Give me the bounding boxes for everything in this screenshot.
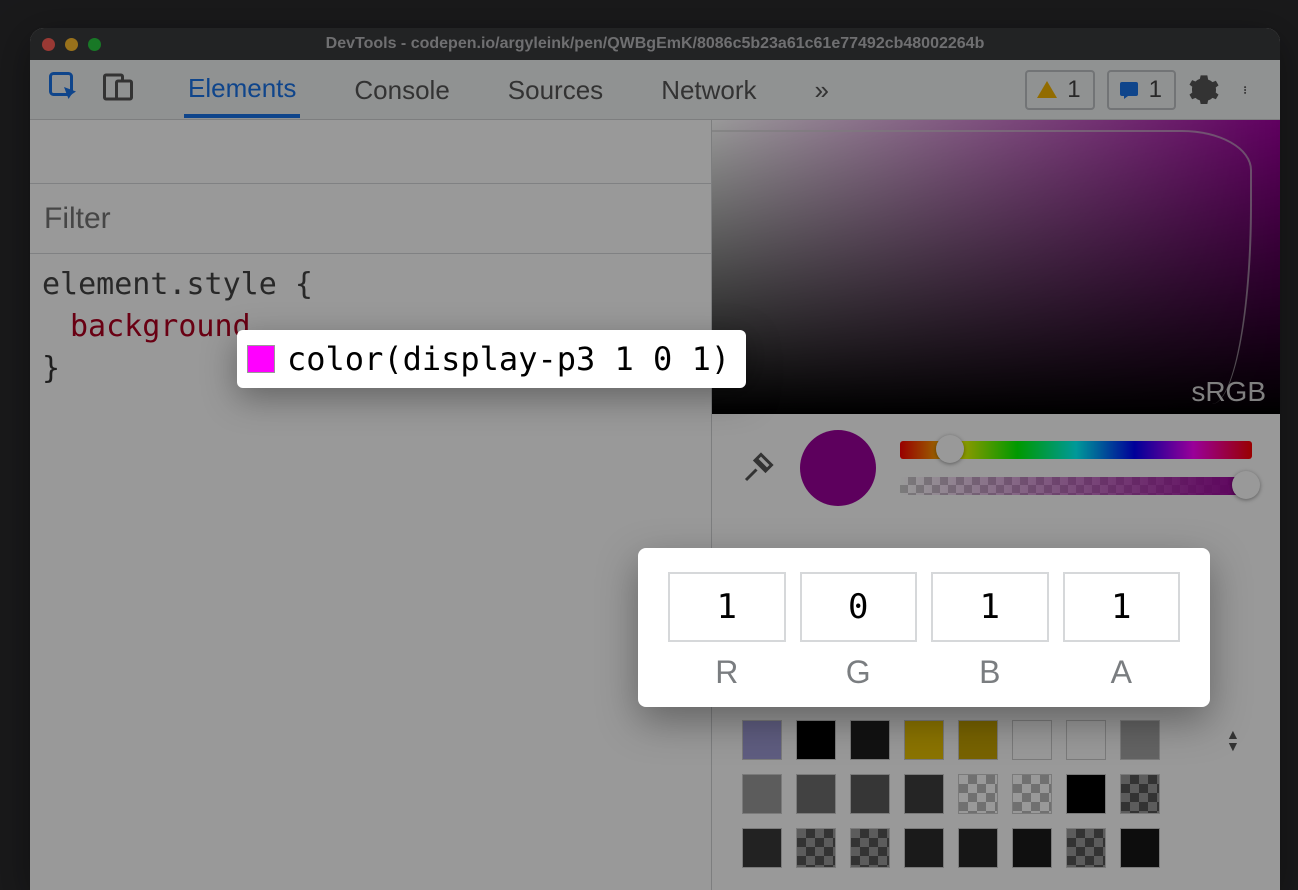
- spectrum-canvas[interactable]: sRGB: [712, 120, 1280, 414]
- palette-swatch[interactable]: [742, 720, 782, 760]
- alpha-thumb[interactable]: [1232, 471, 1260, 499]
- channel-g-input[interactable]: [800, 572, 918, 642]
- styles-pane: element.style { background }: [30, 120, 712, 890]
- issues-counter[interactable]: 1: [1107, 70, 1176, 110]
- color-picker-panel: sRGB ▲▼: [712, 120, 1280, 890]
- palette-swatch[interactable]: [1120, 720, 1160, 760]
- palette-swatch[interactable]: [742, 828, 782, 868]
- tab-group: Elements Console Sources Network »: [184, 61, 833, 118]
- palette-swatch[interactable]: [1120, 828, 1160, 868]
- hue-thumb[interactable]: [936, 435, 964, 463]
- window-title: DevTools - codepen.io/argyleink/pen/QWBg…: [30, 35, 1280, 53]
- css-selector[interactable]: element.style {: [42, 267, 313, 302]
- devtools-window: DevTools - codepen.io/argyleink/pen/QWBg…: [30, 28, 1280, 890]
- palette-swatch[interactable]: [1012, 720, 1052, 760]
- warnings-count: 1: [1067, 76, 1080, 104]
- inspect-element-icon[interactable]: [46, 69, 82, 110]
- channel-a-label: A: [1111, 654, 1132, 691]
- toolbar: Elements Console Sources Network » 1 1: [30, 60, 1280, 120]
- tab-network[interactable]: Network: [657, 63, 760, 116]
- palette-swatch[interactable]: [796, 774, 836, 814]
- palette-swatch[interactable]: [742, 774, 782, 814]
- close-icon[interactable]: [42, 38, 55, 51]
- color-value-popover: color(display-p3 1 0 1): [237, 330, 746, 388]
- device-toggle-icon[interactable]: [100, 69, 136, 110]
- palette-swatch[interactable]: [1012, 774, 1052, 814]
- palette-row: ▲▼: [742, 720, 1250, 760]
- eyedropper-icon[interactable]: [740, 450, 776, 486]
- palette-swatch[interactable]: [1066, 720, 1106, 760]
- hue-slider[interactable]: [900, 441, 1252, 459]
- warnings-counter[interactable]: 1: [1025, 70, 1094, 110]
- palette-swatch[interactable]: [1012, 828, 1052, 868]
- more-icon[interactable]: [1232, 74, 1264, 106]
- channel-r-label: R: [715, 654, 738, 691]
- gamut-boundary-line: [712, 130, 1252, 404]
- rgba-inputs-popover: R G B A: [638, 548, 1210, 707]
- tab-console[interactable]: Console: [350, 63, 453, 116]
- palette-swatch[interactable]: [958, 720, 998, 760]
- palette-swatch[interactable]: [958, 774, 998, 814]
- gamut-label: sRGB: [1191, 376, 1266, 408]
- palette-swatch[interactable]: [904, 828, 944, 868]
- channel-a-input[interactable]: [1063, 572, 1181, 642]
- tabs-overflow-button[interactable]: »: [811, 63, 833, 116]
- filter-row: [30, 184, 711, 254]
- css-property-name[interactable]: background: [70, 309, 251, 344]
- gear-icon[interactable]: [1188, 74, 1220, 106]
- palette-grid: ▲▼: [712, 720, 1280, 868]
- palette-spinner[interactable]: ▲▼: [1226, 729, 1250, 751]
- color-value-text[interactable]: color(display-p3 1 0 1): [287, 340, 730, 378]
- palette-swatch[interactable]: [796, 828, 836, 868]
- tab-elements[interactable]: Elements: [184, 61, 300, 118]
- titlebar: DevTools - codepen.io/argyleink/pen/QWBg…: [30, 28, 1280, 60]
- palette-swatch[interactable]: [850, 774, 890, 814]
- palette-swatch[interactable]: [796, 720, 836, 760]
- current-color-swatch: [800, 430, 876, 506]
- minimize-icon[interactable]: [65, 38, 78, 51]
- channel-g-label: G: [846, 654, 871, 691]
- styles-filter-input[interactable]: [44, 202, 697, 236]
- palette-swatch[interactable]: [850, 720, 890, 760]
- palette-row: [742, 828, 1250, 868]
- palette-swatch[interactable]: [1066, 828, 1106, 868]
- zoom-icon[interactable]: [88, 38, 101, 51]
- traffic-lights: [42, 38, 101, 51]
- channel-r-input[interactable]: [668, 572, 786, 642]
- palette-swatch[interactable]: [904, 774, 944, 814]
- palette-swatch[interactable]: [850, 828, 890, 868]
- palette-swatch[interactable]: [1120, 774, 1160, 814]
- issues-count: 1: [1149, 76, 1162, 104]
- palette-swatch[interactable]: [1066, 774, 1106, 814]
- alpha-slider[interactable]: [900, 477, 1252, 495]
- palette-swatch[interactable]: [958, 828, 998, 868]
- color-swatch-icon[interactable]: [247, 345, 275, 373]
- palette-row: [742, 774, 1250, 814]
- channel-b-input[interactable]: [931, 572, 1049, 642]
- channel-b-label: B: [979, 654, 1000, 691]
- tab-sources[interactable]: Sources: [504, 63, 607, 116]
- palette-swatch[interactable]: [904, 720, 944, 760]
